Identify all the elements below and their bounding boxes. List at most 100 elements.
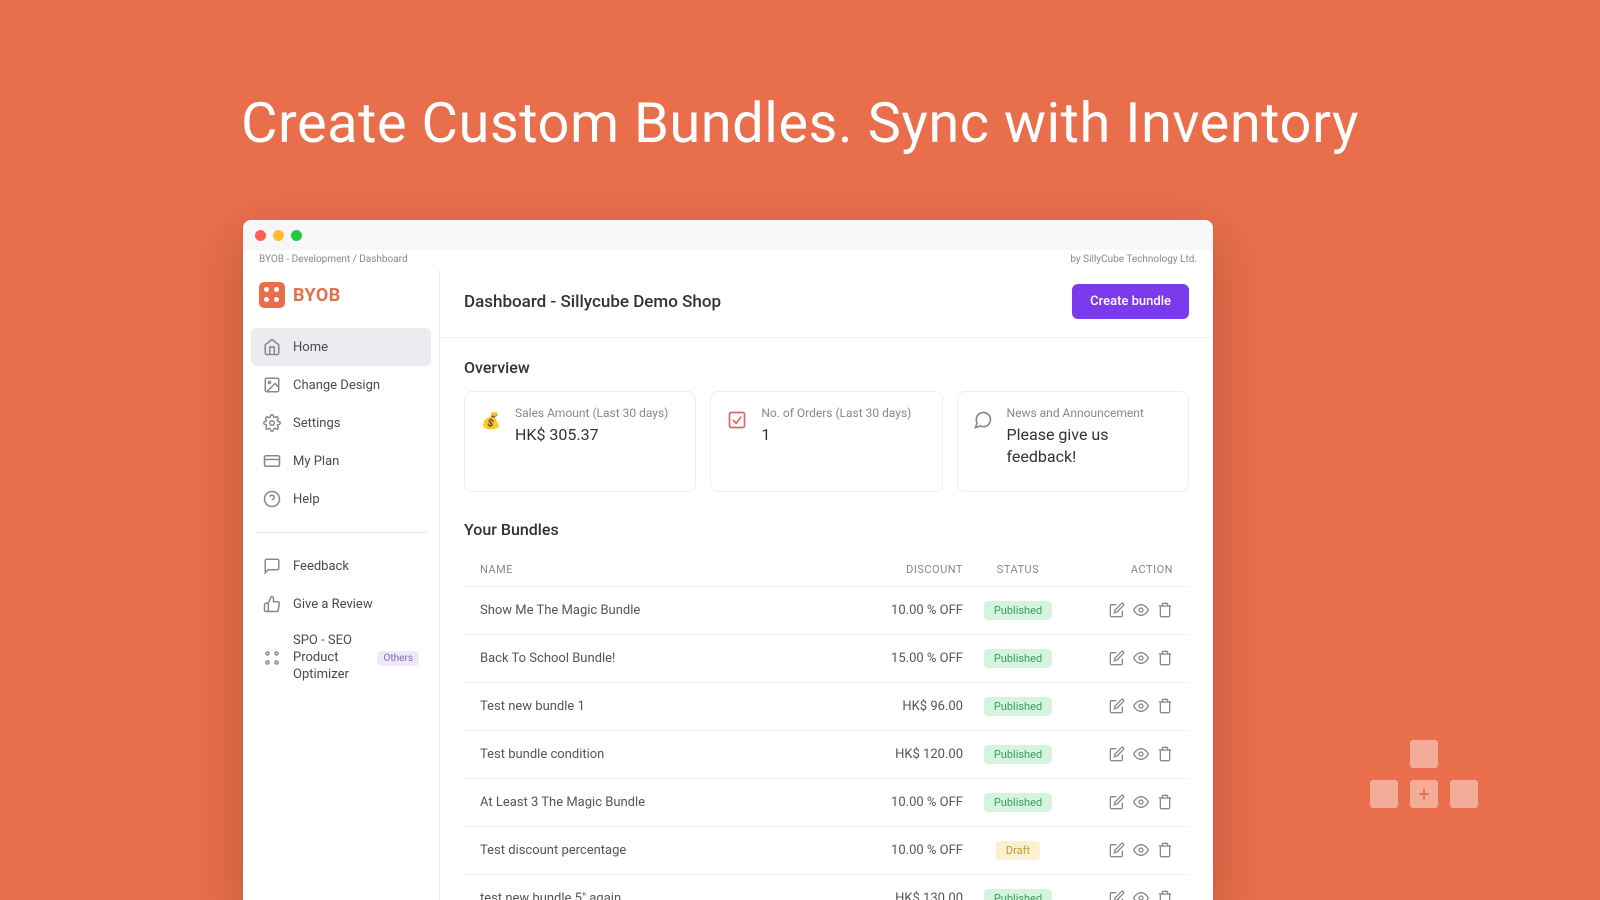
card-label: Sales Amount (Last 30 days): [515, 406, 668, 420]
sidebar-item-my-plan[interactable]: My Plan: [251, 442, 431, 480]
sidebar-item-feedback[interactable]: Feedback: [251, 547, 431, 585]
trash-icon[interactable]: [1157, 602, 1173, 618]
bundle-discount: HK$ 120.00: [843, 747, 963, 762]
sidebar-item-label: SPO - SEO Product Optimizer: [293, 633, 365, 684]
checkbox-icon: [725, 408, 749, 432]
trash-icon[interactable]: [1157, 698, 1173, 714]
table-row: Test new bundle 1HK$ 96.00Published: [464, 682, 1189, 730]
message-icon: [972, 408, 995, 432]
edit-icon[interactable]: [1109, 602, 1125, 618]
sidebar-item-settings[interactable]: Settings: [251, 404, 431, 442]
trash-icon[interactable]: [1157, 842, 1173, 858]
sidebar-item-label: Help: [293, 492, 320, 507]
eye-icon[interactable]: [1133, 794, 1149, 810]
table-row: Test discount percentage10.00 % OFFDraft: [464, 826, 1189, 874]
bundle-name: Test discount percentage: [480, 843, 843, 858]
logo-text: BYOB: [293, 285, 341, 306]
card-label: News and Announcement: [1007, 406, 1174, 420]
eye-icon[interactable]: [1133, 842, 1149, 858]
sidebar-item-change-design[interactable]: Change Design: [251, 366, 431, 404]
edit-icon[interactable]: [1109, 890, 1125, 900]
page-title: Dashboard - Sillycube Demo Shop: [464, 292, 721, 312]
table-row: Test bundle conditionHK$ 120.00Published: [464, 730, 1189, 778]
eye-icon[interactable]: [1133, 602, 1149, 618]
bundle-actions: [1073, 890, 1173, 900]
bundle-discount: HK$ 96.00: [843, 699, 963, 714]
table-row: At Least 3 The Magic Bundle10.00 % OFFPu…: [464, 778, 1189, 826]
others-badge: Others: [377, 651, 419, 666]
home-icon: [263, 338, 281, 356]
eye-icon[interactable]: [1133, 746, 1149, 762]
trash-icon[interactable]: [1157, 650, 1173, 666]
bundle-status: Draft: [963, 841, 1073, 860]
title-bar: [243, 220, 1213, 250]
col-name: NAME: [480, 563, 843, 576]
bundle-status: Published: [963, 697, 1073, 716]
bundle-discount: 15.00 % OFF: [843, 651, 963, 666]
close-icon[interactable]: [255, 230, 266, 241]
table-row: Show Me The Magic Bundle10.00 % OFFPubli…: [464, 586, 1189, 634]
bundle-name: Show Me The Magic Bundle: [480, 603, 843, 618]
bundle-status: Published: [963, 793, 1073, 812]
chat-icon: [263, 557, 281, 575]
maximize-icon[interactable]: [291, 230, 302, 241]
edit-icon[interactable]: [1109, 794, 1125, 810]
card-value: 1: [761, 424, 911, 446]
sidebar-item-help[interactable]: Help: [251, 480, 431, 518]
sidebar-item-label: Feedback: [293, 559, 349, 574]
card-sales: 💰 Sales Amount (Last 30 days) HK$ 305.37: [464, 391, 696, 492]
bundle-discount: 10.00 % OFF: [843, 843, 963, 858]
bundle-actions: [1073, 842, 1173, 858]
hero-title: Create Custom Bundles. Sync with Invento…: [0, 0, 1600, 156]
bundle-discount: 10.00 % OFF: [843, 603, 963, 618]
edit-icon[interactable]: [1109, 698, 1125, 714]
bundle-name: Back To School Bundle!: [480, 651, 843, 666]
table-header: NAME DISCOUNT STATUS ACTION: [464, 553, 1189, 586]
main-content: Dashboard - Sillycube Demo Shop Create b…: [439, 270, 1213, 900]
card-news: News and Announcement Please give us fee…: [957, 391, 1189, 492]
bundle-actions: [1073, 650, 1173, 666]
header: Dashboard - Sillycube Demo Shop Create b…: [440, 270, 1213, 338]
bundle-discount: 10.00 % OFF: [843, 795, 963, 810]
eye-icon[interactable]: [1133, 890, 1149, 900]
eye-icon[interactable]: [1133, 650, 1149, 666]
col-action: ACTION: [1073, 563, 1173, 576]
bundle-actions: [1073, 746, 1173, 762]
sidebar-item-label: My Plan: [293, 454, 339, 469]
edit-icon[interactable]: [1109, 746, 1125, 762]
thumbs-up-icon: [263, 595, 281, 613]
app-window: BYOB - Development / Dashboard by SillyC…: [243, 220, 1213, 900]
logo: BYOB: [251, 278, 431, 328]
create-bundle-button[interactable]: Create bundle: [1072, 284, 1189, 319]
edit-icon[interactable]: [1109, 842, 1125, 858]
sidebar-item-label: Give a Review: [293, 597, 373, 612]
card-value: Please give us feedback!: [1007, 424, 1174, 469]
divider: [255, 532, 427, 533]
bundle-status: Published: [963, 601, 1073, 620]
col-discount: DISCOUNT: [843, 563, 963, 576]
trash-icon[interactable]: [1157, 794, 1173, 810]
card-orders: No. of Orders (Last 30 days) 1: [710, 391, 942, 492]
sidebar-item-label: Change Design: [293, 378, 380, 393]
card-value: HK$ 305.37: [515, 424, 668, 446]
minimize-icon[interactable]: [273, 230, 284, 241]
trash-icon[interactable]: [1157, 746, 1173, 762]
card-icon: [263, 452, 281, 470]
bundle-name: Test bundle condition: [480, 747, 843, 762]
gear-icon: [263, 414, 281, 432]
sidebar-item-spo[interactable]: SPO - SEO Product Optimizer Others: [251, 623, 431, 694]
sidebar-item-home[interactable]: Home: [251, 328, 431, 366]
bundle-actions: [1073, 698, 1173, 714]
eye-icon[interactable]: [1133, 698, 1149, 714]
bundle-status: Published: [963, 889, 1073, 900]
help-icon: [263, 490, 281, 508]
trash-icon[interactable]: [1157, 890, 1173, 900]
breadcrumb: BYOB - Development / Dashboard: [259, 254, 408, 265]
grid-icon: [263, 649, 281, 667]
edit-icon[interactable]: [1109, 650, 1125, 666]
sidebar-item-label: Settings: [293, 416, 340, 431]
bundle-name: At Least 3 The Magic Bundle: [480, 795, 843, 810]
sidebar-item-review[interactable]: Give a Review: [251, 585, 431, 623]
bundle-name: test new bundle 5" again: [480, 891, 843, 900]
table-row: Back To School Bundle!15.00 % OFFPublish…: [464, 634, 1189, 682]
